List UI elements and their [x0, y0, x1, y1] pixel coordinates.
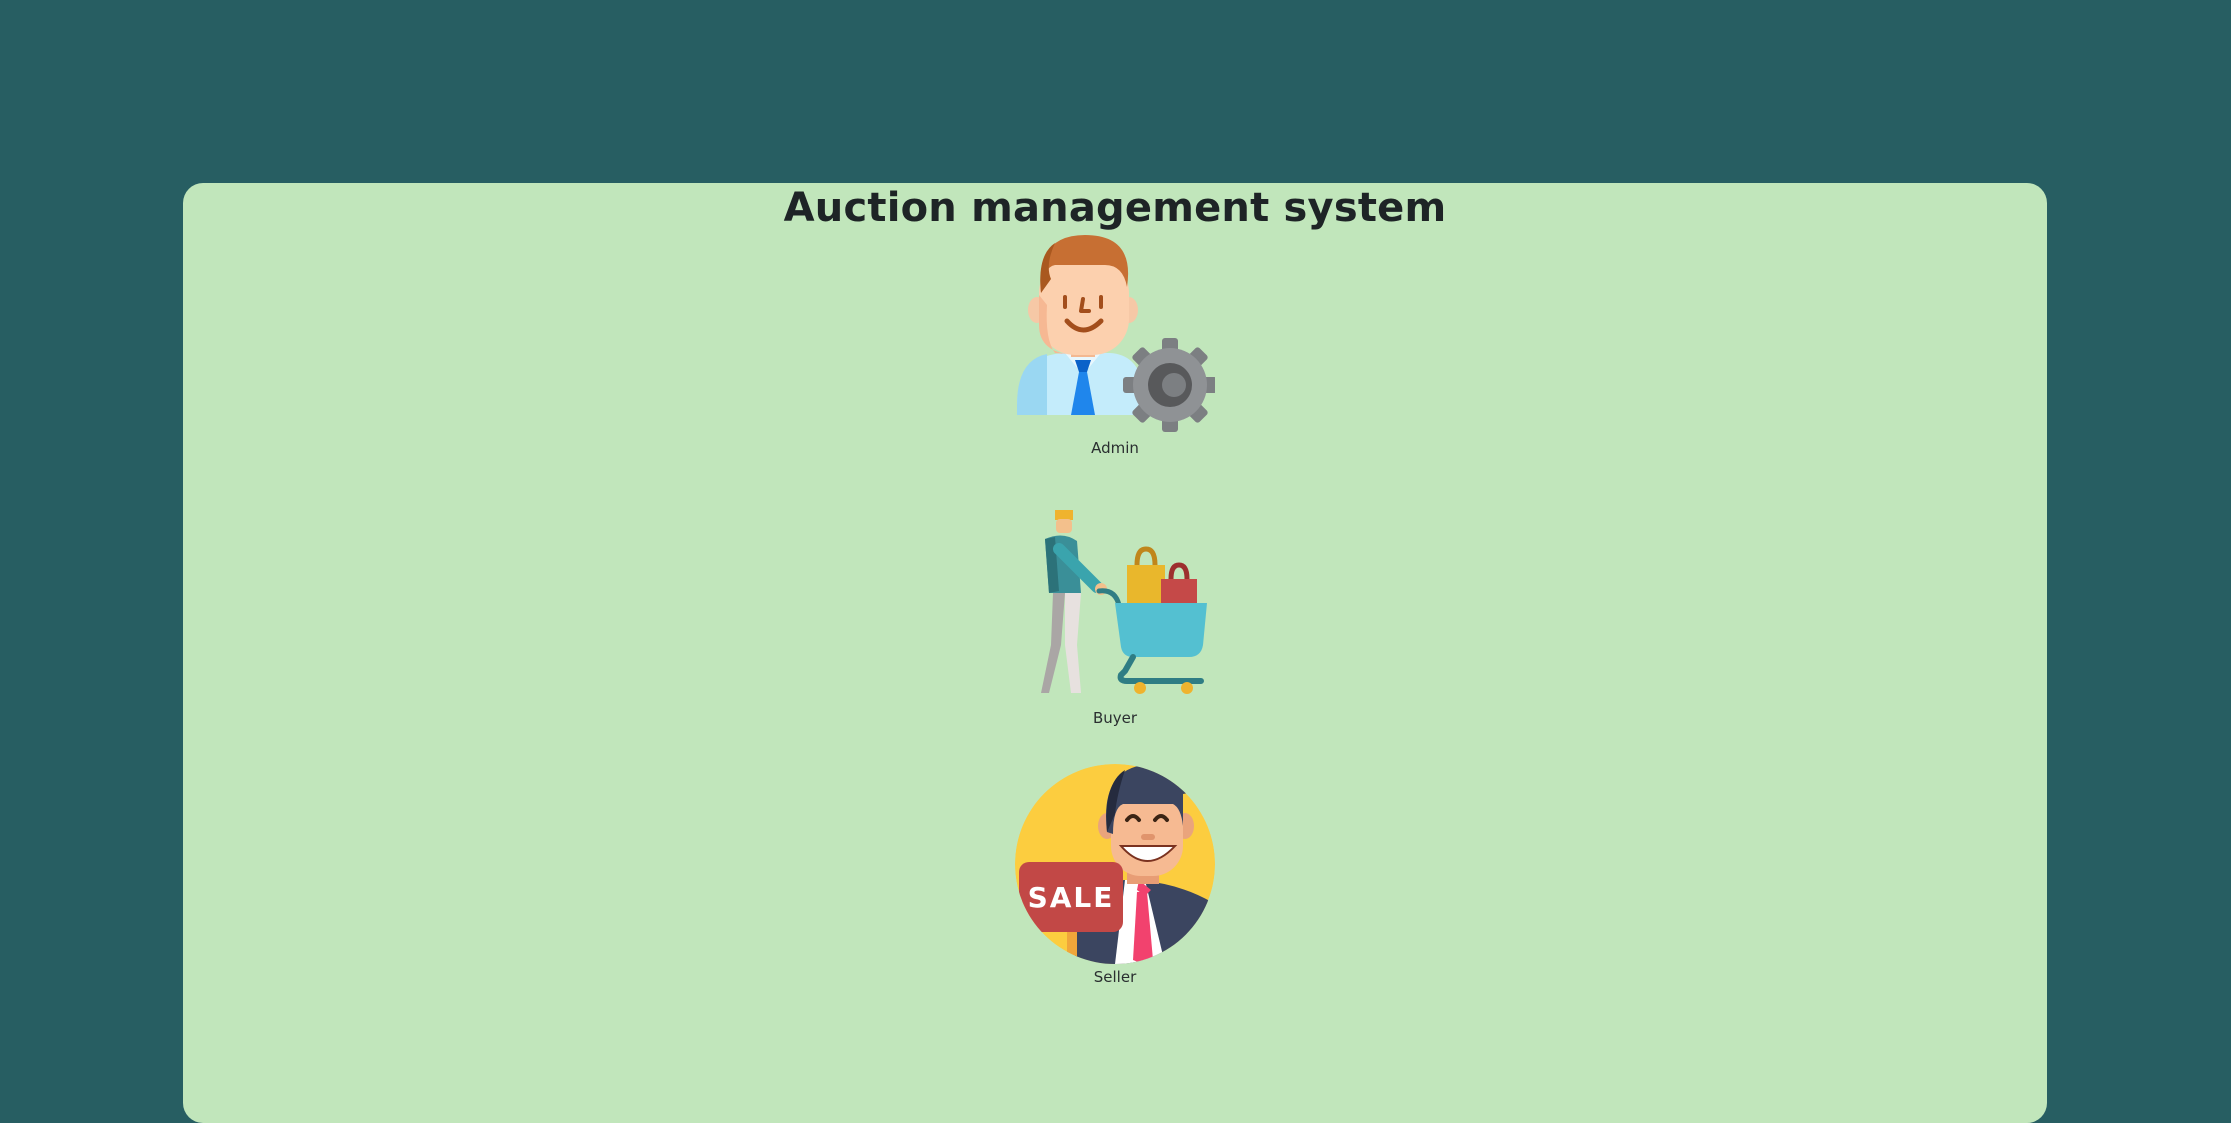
role-admin[interactable]: Admin: [1015, 235, 1215, 457]
main-card: Auction management system Admin Buyer SA…: [183, 183, 2047, 1123]
role-seller[interactable]: SALE Seller: [1015, 764, 1215, 986]
role-buyer[interactable]: Buyer: [1015, 505, 1215, 727]
sale-sign-text: SALE: [1028, 881, 1115, 914]
role-buyer-label: Buyer: [1092, 709, 1138, 727]
role-admin-label: Admin: [1091, 439, 1139, 457]
role-seller-label: Seller: [1093, 968, 1137, 986]
admin-gear-icon: [1017, 235, 1215, 432]
seller-sale-icon: SALE: [1015, 764, 1215, 964]
page-title: Auction management system: [783, 185, 1447, 231]
shopping-cart-icon: [1041, 510, 1207, 694]
